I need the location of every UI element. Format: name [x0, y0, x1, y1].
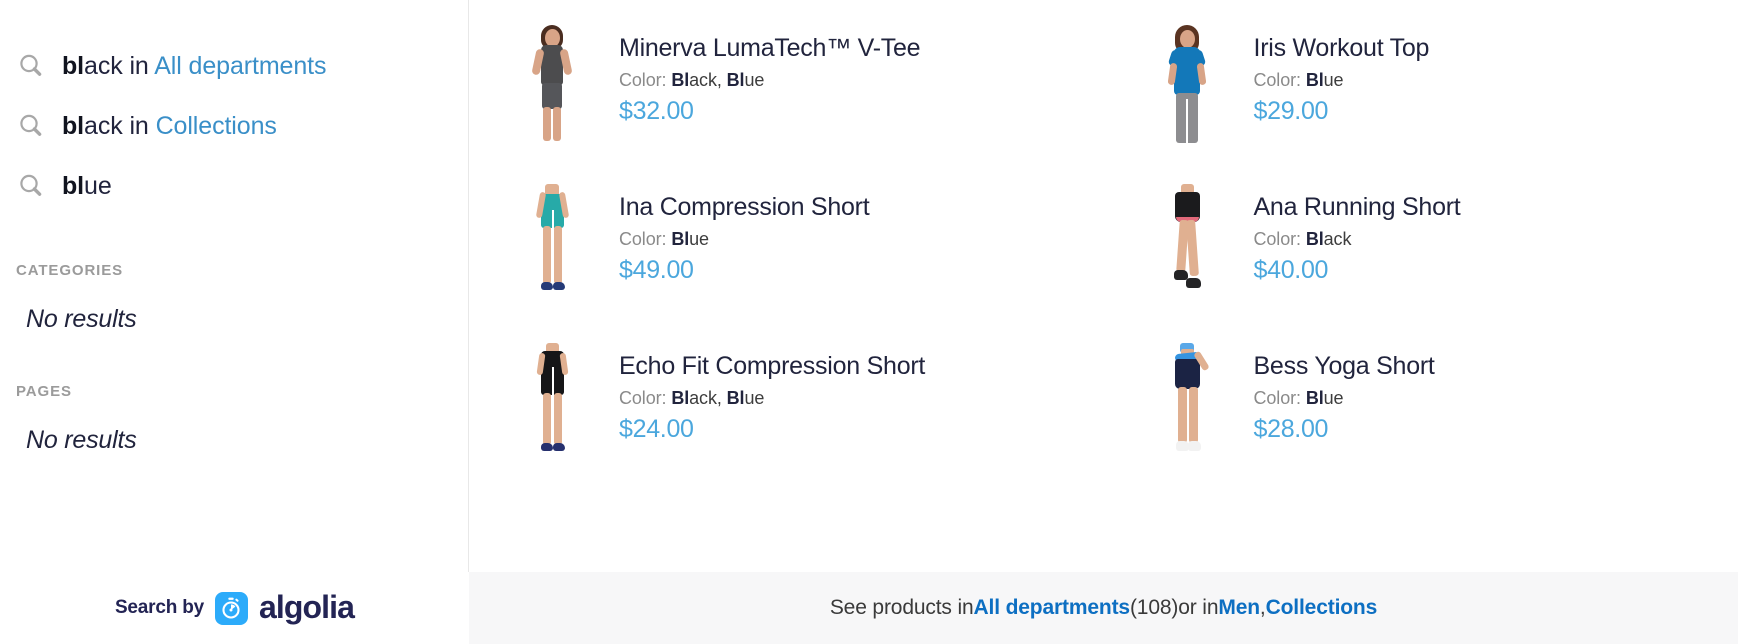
search-icon: [16, 173, 62, 199]
product-title: Ana Running Short: [1253, 193, 1461, 221]
footer-result-count: (108): [1129, 596, 1179, 619]
color-label: Color:: [619, 229, 667, 249]
color-value-2: ue: [744, 70, 765, 90]
color-value: ue: [1323, 70, 1344, 90]
footer-or-in-text: or in: [1178, 596, 1219, 619]
product-details: Bess Yoga Short Color: Blue $28.00: [1240, 340, 1435, 444]
autocomplete-dropdown-panel: black in All departments black in Collec…: [0, 0, 1738, 644]
color-label: Color:: [1253, 388, 1302, 408]
color-value-2: ue: [744, 388, 765, 408]
product-price: $29.00: [1253, 97, 1329, 125]
see-products-footer: See products in All departments (108) or…: [469, 572, 1738, 644]
product-thumbnail: [1132, 340, 1240, 465]
query-suggestions-list: black in All departments black in Collec…: [0, 0, 468, 216]
product-details: Echo Fit Compression Short Color: Black,…: [605, 340, 925, 444]
suggestion-text: black in Collections: [62, 112, 277, 141]
color-value: ack: [1323, 229, 1352, 249]
footer-lead-text: See products in: [829, 596, 974, 619]
suggestion-text: blue: [62, 172, 112, 201]
products-grid: Minerva LumaTech™ V-Tee Color: Black, Bl…: [469, 0, 1738, 572]
product-item[interactable]: Bess Yoga Short Color: Blue $28.00: [1104, 340, 1738, 499]
footer-link-all-departments[interactable]: All departments: [974, 596, 1131, 620]
footer-link-collections[interactable]: Collections: [1266, 596, 1378, 620]
color-highlight: Bl: [671, 388, 690, 408]
suggestion-rest: ack in: [84, 51, 155, 80]
categories-section-heading: CATEGORIES: [16, 262, 124, 279]
search-icon: [16, 113, 62, 139]
color-value: ack,: [689, 70, 727, 90]
product-thumbnail: [1132, 181, 1240, 306]
product-color: Color: Blue: [1254, 388, 1435, 409]
suggestion-rest: ack in: [84, 111, 156, 140]
algolia-branding[interactable]: Search by algolia: [0, 572, 469, 644]
color-highlight: Bl: [1305, 229, 1324, 249]
suggestion-item-1[interactable]: black in Collections: [0, 96, 468, 156]
color-value: ack,: [689, 388, 727, 408]
color-label: Color:: [1253, 229, 1302, 249]
suggestion-scope: Collections: [155, 111, 277, 140]
color-highlight: Bl: [1305, 388, 1324, 408]
product-details: Ana Running Short Color: Black $40.00: [1240, 181, 1461, 285]
product-thumbnail: [1132, 22, 1240, 147]
pages-no-results: No results: [26, 426, 137, 454]
product-item[interactable]: Ana Running Short Color: Black $40.00: [1104, 181, 1738, 340]
color-highlight: Bl: [671, 70, 690, 90]
algolia-wordmark: algolia: [258, 589, 355, 625]
suggestion-rest: ue: [84, 171, 112, 200]
product-details: Minerva LumaTech™ V-Tee Color: Black, Bl…: [605, 22, 921, 126]
product-title: Echo Fit Compression Short: [619, 352, 926, 380]
product-details: Ina Compression Short Color: Blue $49.00: [605, 181, 870, 285]
product-title: Ina Compression Short: [619, 193, 870, 221]
product-title: Minerva LumaTech™ V-Tee: [619, 34, 921, 62]
product-price: $40.00: [1253, 256, 1329, 284]
product-price: $24.00: [619, 415, 694, 443]
product-title: Bess Yoga Short: [1253, 352, 1435, 380]
suggestion-item-2[interactable]: blue: [0, 156, 468, 216]
product-details: Iris Workout Top Color: Blue $29.00: [1240, 22, 1430, 126]
footer-link-men[interactable]: Men: [1218, 596, 1260, 620]
categories-no-results: No results: [26, 305, 137, 333]
product-price: $28.00: [1253, 415, 1329, 443]
suggestion-item-0[interactable]: black in All departments: [0, 36, 468, 96]
algolia-stopwatch-icon: [214, 591, 248, 625]
color-highlight: Bl: [671, 229, 690, 249]
suggestion-text: black in All departments: [62, 51, 327, 81]
search-icon: [16, 53, 62, 79]
color-highlight-2: Bl: [726, 70, 745, 90]
product-title: Iris Workout Top: [1253, 34, 1430, 62]
suggestion-scope: All departments: [154, 51, 327, 80]
product-color: Color: Blue: [1254, 70, 1430, 91]
product-item[interactable]: Iris Workout Top Color: Blue $29.00: [1104, 22, 1738, 181]
color-value: ue: [1323, 388, 1344, 408]
product-item[interactable]: Ina Compression Short Color: Blue $49.00: [469, 181, 1104, 340]
color-label: Color:: [1253, 70, 1302, 90]
product-color: Color: Black, Blue: [619, 388, 925, 409]
suggestion-highlight: bl: [62, 51, 85, 80]
product-color: Color: Blue: [619, 229, 869, 250]
product-price: $32.00: [619, 97, 694, 125]
products-panel: Minerva LumaTech™ V-Tee Color: Black, Bl…: [469, 0, 1738, 644]
color-highlight-2: Bl: [726, 388, 745, 408]
product-thumbnail: [497, 340, 605, 465]
product-color: Color: Black, Blue: [619, 70, 920, 91]
product-item[interactable]: Minerva LumaTech™ V-Tee Color: Black, Bl…: [469, 22, 1104, 181]
product-thumbnail: [497, 22, 605, 147]
product-item[interactable]: Echo Fit Compression Short Color: Black,…: [469, 340, 1104, 499]
suggestion-highlight: bl: [62, 111, 85, 140]
suggestions-panel: black in All departments black in Collec…: [0, 0, 469, 644]
search-by-label: Search by: [114, 597, 204, 618]
pages-section-heading: PAGES: [16, 383, 72, 400]
color-value: ue: [689, 229, 709, 249]
color-highlight: Bl: [1305, 70, 1324, 90]
suggestion-highlight: bl: [62, 171, 85, 200]
product-color: Color: Black: [1254, 229, 1461, 250]
product-thumbnail: [497, 181, 605, 306]
color-label: Color:: [619, 70, 667, 90]
color-label: Color:: [619, 388, 667, 408]
product-price: $49.00: [619, 256, 694, 284]
